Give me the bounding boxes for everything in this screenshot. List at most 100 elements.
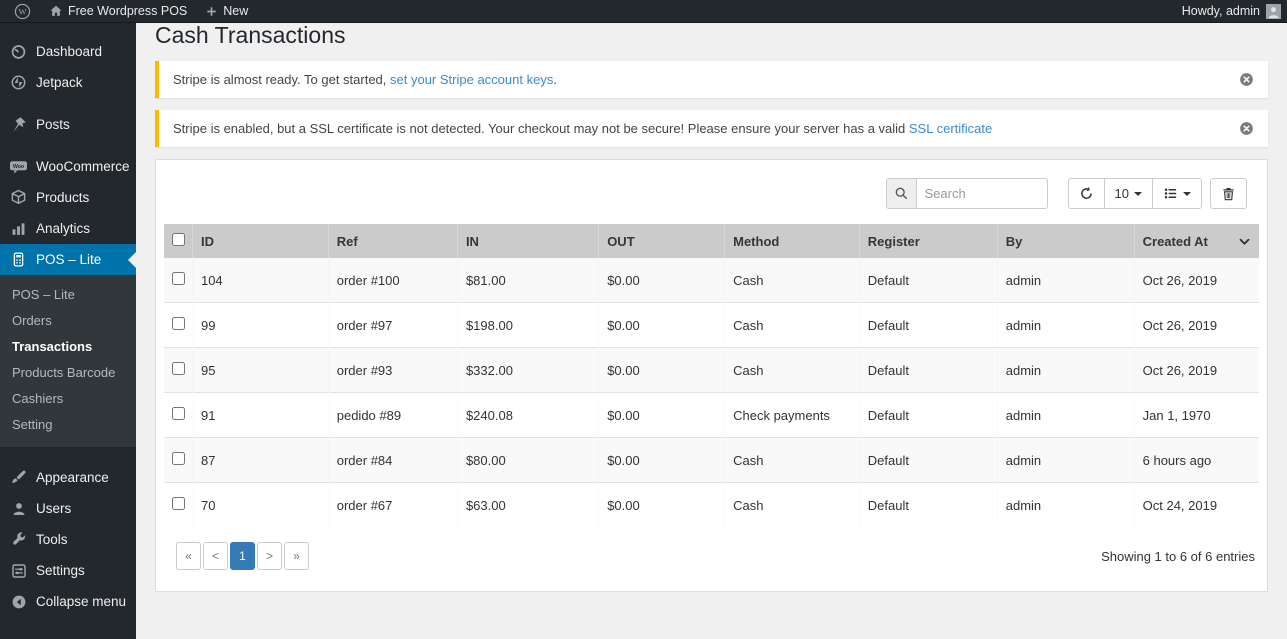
cell-by: admin [997,302,1135,348]
plus-icon [205,5,218,18]
settings-icon [9,563,28,579]
sidebar-item-jetpack[interactable]: Jetpack [0,67,136,98]
home-icon [49,4,63,18]
header-register[interactable]: Register [858,224,998,258]
cell-in: $240.08 [457,392,599,438]
header-out[interactable]: OUT [598,224,725,258]
pos-submenu: POS – Lite Orders Transactions Products … [0,275,136,447]
cell-id: 70 [192,482,329,527]
table-row[interactable]: 70 order #67 $63.00 $0.00 Cash Default a… [164,482,1259,527]
ssl-notice: Stripe is enabled, but a SSL certificate… [155,110,1268,147]
header-ref[interactable]: Ref [327,224,458,258]
cell-in: $81.00 [465,272,506,288]
new-menu-item[interactable]: New [199,4,254,18]
pos-icon [9,251,28,268]
refresh-button[interactable] [1067,178,1105,209]
showing-entries-text: Showing 1 to 6 of 6 entries [1101,548,1255,564]
header-created-at[interactable]: Created At [1133,224,1259,258]
submenu-item-products-barcode[interactable]: Products Barcode [12,359,136,385]
sidebar-item-dashboard[interactable]: Dashboard [0,36,136,67]
dismiss-notice-icon[interactable] [1239,72,1254,87]
cell-created-at: Oct 26, 2019 [1142,272,1218,288]
cell-method: Cash [733,272,764,288]
row-checkbox[interactable] [172,497,185,510]
stripe-keys-link[interactable]: set your Stripe account keys [390,72,553,87]
search-icon [885,178,916,209]
row-checkbox[interactable] [172,272,185,285]
sidebar-item-label: Settings [36,563,85,578]
wordpress-logo-icon[interactable]: W [8,3,37,20]
sidebar-item-appearance[interactable]: Appearance [0,462,136,493]
sidebar-item-analytics[interactable]: Analytics [0,213,136,244]
cell-register: Default [859,302,998,348]
cell-by: admin [997,437,1135,483]
select-all-checkbox[interactable] [172,233,185,246]
row-checkbox[interactable] [172,362,185,375]
cell-ref: order #100 [336,272,400,288]
cell-method: Cash [724,347,860,393]
cell-ref: order #67 [328,482,458,527]
sidebar-item-tools[interactable]: Tools [0,524,136,555]
table-row[interactable]: 99 order #97 $198.00 $0.00 Cash Default … [164,302,1259,348]
site-menu-item[interactable]: Free Wordpress POS [43,4,193,18]
cell-created-at: Oct 26, 2019 [1134,347,1259,393]
dismiss-notice-icon[interactable] [1239,121,1254,136]
row-checkbox[interactable] [172,407,185,420]
table-footer: « < 1 > » Showing 1 to 6 of 6 entries [176,542,1255,570]
cell-out: $0.00 [598,437,725,483]
table-row[interactable]: 91 pedido #89 $240.08 $0.00 Check paymen… [164,392,1259,438]
sidebar-item-label: Appearance [36,470,109,485]
admin-bar: W Free Wordpress POS New Howdy, admin [0,0,1287,23]
sidebar-item-products[interactable]: Products [0,182,136,213]
admin-sidebar: Dashboard Jetpack Posts Woo WooCommerce … [0,23,136,639]
cell-in: $63.00 [457,482,599,527]
dashboard-icon [9,43,28,60]
users-icon [9,501,28,517]
pagination-last[interactable]: » [284,542,310,570]
search-input[interactable] [915,178,1048,209]
cell-register: Default [859,392,998,438]
sidebar-item-posts[interactable]: Posts [0,109,136,140]
page-size-dropdown[interactable]: 10 [1104,178,1153,209]
howdy-account[interactable]: Howdy, admin [1182,4,1260,18]
submenu-item-cashiers[interactable]: Cashiers [12,385,136,411]
sidebar-item-woocommerce[interactable]: Woo WooCommerce [0,151,136,182]
delete-button[interactable] [1210,178,1247,209]
submenu-item-pos-lite[interactable]: POS – Lite [12,281,136,307]
submenu-item-setting[interactable]: Setting [12,411,136,437]
table-row[interactable]: 104 order #100 $81.00 $0.00 Cash Default… [164,258,1259,303]
ssl-certificate-link[interactable]: SSL certificate [909,121,992,136]
row-checkbox[interactable] [172,317,185,330]
table-row[interactable]: 95 order #93 $332.00 $0.00 Cash Default … [164,347,1259,393]
header-id[interactable]: ID [191,224,329,258]
header-method[interactable]: Method [724,224,860,258]
submenu-item-orders[interactable]: Orders [12,307,136,333]
sidebar-item-label: Collapse menu [36,594,127,609]
cell-out: $0.00 [607,272,640,288]
sidebar-item-users[interactable]: Users [0,493,136,524]
cell-id: 104 [200,272,223,288]
cell-method: Cash [724,482,860,527]
table-row[interactable]: 87 order #84 $80.00 $0.00 Cash Default a… [164,437,1259,483]
sidebar-item-pos-lite[interactable]: POS – Lite [0,244,136,275]
chevron-down-icon [1183,191,1191,196]
pagination-page-1[interactable]: 1 [230,542,256,570]
header-in[interactable]: IN [456,224,599,258]
columns-dropdown[interactable] [1153,178,1202,209]
avatar[interactable] [1266,3,1281,19]
row-checkbox[interactable] [172,452,185,465]
svg-text:W: W [18,6,26,16]
cell-out: $0.00 [598,302,725,348]
sidebar-item-label: Tools [36,532,68,547]
cell-in: $198.00 [457,302,599,348]
sidebar-item-collapse-menu[interactable]: Collapse menu [0,586,136,617]
pagination-first[interactable]: « [176,542,201,570]
cell-register: Default [859,437,998,483]
table-actions-group: 10 [1067,178,1202,209]
sidebar-item-settings[interactable]: Settings [0,555,136,586]
header-by[interactable]: By [996,224,1135,258]
pagination-next[interactable]: > [257,542,283,570]
submenu-item-transactions[interactable]: Transactions [12,333,136,359]
pagination-prev[interactable]: < [203,542,229,570]
pagination: « < 1 > » [176,542,310,570]
